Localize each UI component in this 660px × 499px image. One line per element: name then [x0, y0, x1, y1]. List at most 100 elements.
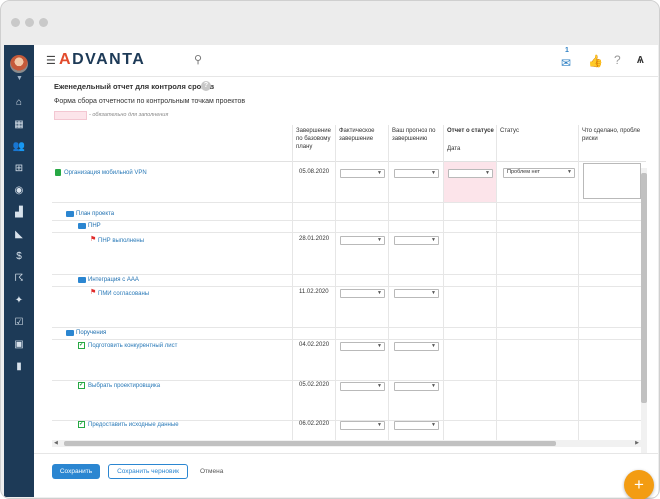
help-icon[interactable]: ?: [614, 53, 621, 67]
forecast-select[interactable]: ▼: [394, 236, 439, 245]
column-divider: [292, 162, 293, 446]
save-draft-button[interactable]: Сохранить черновик: [108, 464, 188, 479]
chevron-down-icon[interactable]: ▼: [16, 75, 23, 82]
chevron-down-icon: ▼: [431, 237, 436, 243]
row-name[interactable]: Интеграция с ААА: [88, 277, 139, 283]
status-select[interactable]: Проблем нет ▼: [503, 168, 575, 178]
users-icon[interactable]: 👥: [4, 139, 34, 155]
row-divider: [52, 327, 646, 328]
required-note: - обязательно для заполнения: [89, 112, 169, 118]
horizontal-scroll-thumb[interactable]: [64, 441, 556, 446]
bookmark-icon[interactable]: ▮: [4, 359, 34, 375]
col-status: Статус: [496, 125, 578, 162]
chevron-down-icon: ▼: [485, 170, 490, 176]
chevron-down-icon: ▼: [377, 237, 382, 243]
forecast-select[interactable]: ▼: [394, 342, 439, 351]
row-name[interactable]: Выбрать проектировщика: [88, 383, 160, 389]
status-date-select[interactable]: ▼: [448, 169, 493, 178]
avatar[interactable]: [10, 55, 28, 73]
window-dot-icon[interactable]: [39, 18, 48, 27]
row-divider: [52, 232, 646, 233]
app-window: ▼ ⌂ ▦ 👥 ⊞ ◉ ▟ ◣ $ ☈ ✦ ☑ ▣ ▮ ☰ ADVANTA ⚲ …: [4, 45, 658, 497]
actual-select[interactable]: ▼: [340, 421, 385, 430]
scroll-right-icon[interactable]: ▶: [635, 440, 639, 447]
sidebar: ▼ ⌂ ▦ 👥 ⊞ ◉ ▟ ◣ $ ☈ ✦ ☑ ▣ ▮: [4, 45, 34, 497]
cancel-button[interactable]: Отмена: [200, 468, 223, 475]
row-divider: [52, 202, 646, 203]
chevron-down-icon: ▼: [377, 170, 382, 176]
window-icon[interactable]: ▣: [4, 337, 34, 353]
dollar-icon[interactable]: $: [4, 249, 34, 265]
help-badge-icon[interactable]: ?: [201, 81, 211, 91]
window-dot-icon[interactable]: [25, 18, 34, 27]
area-chart-icon[interactable]: ◣: [4, 227, 34, 243]
actual-select[interactable]: ▼: [340, 289, 385, 298]
row-planned-date: 11.02.2020: [299, 289, 329, 295]
horizontal-scrollbar[interactable]: ◀ ▶: [52, 440, 641, 447]
mail-icon[interactable]: ✉: [561, 56, 571, 70]
home-icon[interactable]: ⌂: [4, 95, 34, 111]
top-header: ☰ ADVANTA ⚲ 1 ✉ 👍 ? Ѧ: [34, 45, 658, 77]
actual-select[interactable]: ▼: [340, 342, 385, 351]
sparkle-icon[interactable]: ✦: [4, 293, 34, 309]
page-title: Еженедельный отчет для контроля сроков: [54, 82, 215, 91]
lifebuoy-icon[interactable]: ◉: [4, 183, 34, 199]
folder-icon: [78, 277, 86, 283]
actual-select[interactable]: ▼: [340, 382, 385, 391]
col-actual: Фактическое завершение: [335, 125, 388, 162]
actual-select[interactable]: ▼: [340, 169, 385, 178]
checklist-icon[interactable]: ☑: [4, 315, 34, 331]
row-divider: [52, 274, 646, 275]
chevron-down-icon: ▼: [567, 169, 572, 175]
thumbs-up-icon[interactable]: 👍: [588, 54, 603, 68]
form-subtitle: Форма сбора отчетности по контрольным то…: [54, 98, 246, 105]
row-divider: [52, 380, 646, 381]
forecast-select[interactable]: ▼: [394, 169, 439, 178]
window-dot-icon[interactable]: [11, 18, 20, 27]
checkbox-checked-icon: ✓: [78, 342, 85, 349]
done-textarea[interactable]: [583, 163, 641, 199]
search-icon[interactable]: ⚲: [194, 53, 202, 66]
row-name[interactable]: ПНР выполнены: [98, 238, 144, 244]
row-planned-date: 05.02.2020: [299, 382, 330, 388]
flag-icon: ⚑: [90, 236, 97, 243]
main-content: Еженедельный отчет для контроля сроков ?…: [34, 78, 658, 497]
window-frame: ▼ ⌂ ▦ 👥 ⊞ ◉ ▟ ◣ $ ☈ ✦ ☑ ▣ ▮ ☰ ADVANTA ⚲ …: [0, 0, 660, 499]
menu-icon[interactable]: ☰: [46, 54, 56, 67]
vertical-scroll-thumb[interactable]: [641, 173, 647, 403]
row-name[interactable]: Предоставить исходные данные: [88, 422, 179, 428]
row-name[interactable]: План проекта: [76, 211, 114, 217]
chevron-down-icon: ▼: [377, 383, 382, 389]
form-footer: Сохранить Сохранить черновик Отмена: [34, 453, 658, 497]
scroll-left-icon[interactable]: ◀: [54, 440, 58, 447]
analytics-icon[interactable]: ▟: [4, 205, 34, 221]
chevron-down-icon: ▼: [377, 343, 382, 349]
forecast-select[interactable]: ▼: [394, 382, 439, 391]
row-name[interactable]: Организация мобильной VPN: [64, 170, 147, 176]
row-planned-date: 28.01.2020: [299, 236, 330, 242]
running-icon[interactable]: ☈: [4, 271, 34, 287]
vertical-scrollbar[interactable]: [641, 168, 647, 482]
actual-select[interactable]: ▼: [340, 236, 385, 245]
col-planned: Завершение по базовому плану: [292, 125, 335, 162]
col-done: Что сделано, пробле риски: [578, 125, 646, 162]
chevron-down-icon: ▼: [431, 422, 436, 428]
mail-count-badge: 1: [565, 47, 569, 54]
user-menu-icon[interactable]: Ѧ: [637, 55, 644, 66]
row-name[interactable]: ПНР: [88, 223, 101, 229]
required-swatch: [54, 111, 87, 120]
forecast-select[interactable]: ▼: [394, 289, 439, 298]
calendar-icon[interactable]: ▦: [4, 117, 34, 133]
row-name[interactable]: Подготовить конкурентный лист: [88, 343, 177, 349]
hierarchy-icon[interactable]: ⊞: [4, 161, 34, 177]
forecast-select[interactable]: ▼: [394, 421, 439, 430]
save-button[interactable]: Сохранить: [52, 464, 100, 479]
column-divider: [443, 162, 444, 446]
add-fab-button[interactable]: +: [624, 470, 654, 499]
row-name[interactable]: ПМИ согласованы: [98, 291, 149, 297]
window-titlebar: [1, 1, 659, 45]
folder-icon: [66, 211, 74, 217]
row-divider: [52, 286, 646, 287]
logo: ADVANTA: [59, 51, 146, 68]
row-name[interactable]: Поручения: [76, 330, 106, 336]
